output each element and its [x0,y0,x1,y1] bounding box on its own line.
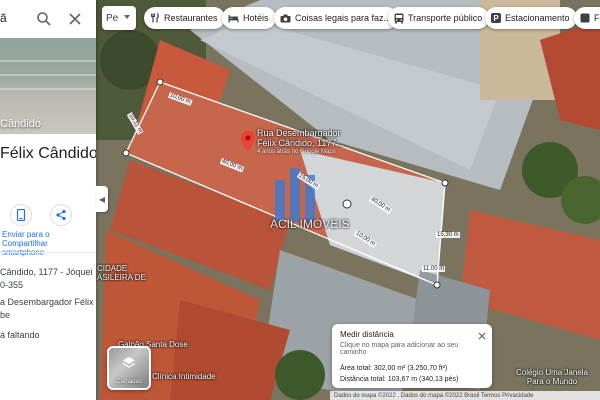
chip-label: Coisas legais para faz... [295,13,392,23]
distance-label: 11,00 m [422,266,446,272]
caret-down-icon [124,15,130,19]
share-button[interactable] [50,204,72,226]
chip-label: Restaurantes [164,13,218,23]
chip-label: Hotéis [243,13,269,23]
parking-icon: P [491,13,501,23]
chip-restaurants[interactable]: Restaurantes [144,7,225,29]
svg-text:P: P [493,14,499,23]
close-icon [69,13,81,25]
camera-icon [280,14,291,22]
close-icon [478,332,486,340]
search-input[interactable]: ã [0,11,7,25]
chip-parking[interactable]: P Estacionamento [485,7,577,29]
measure-title: Medir distância [340,330,394,339]
side-panel: ã Cândido Félix Cândido, Enviar para o C… [0,0,96,400]
chip-attractions[interactable]: Coisas legais para faz... [274,7,399,29]
measure-total-area: Área total: 302,00 m² (3.250,70 ft²) [340,365,448,372]
search-box[interactable]: ã [0,4,94,32]
measure-distance-panel: Medir distância Clique no mapa para adic… [332,324,492,388]
measure-close-button[interactable] [477,328,487,340]
more-icon [580,13,590,23]
poi-label-brasileira: ASILEIRA DE [97,273,146,282]
pin-label-line-1: Rua Desembargador [257,128,341,138]
poi-label-school[interactable]: Colégio Uma Janela Para o Mundo [512,368,592,386]
pin-sublabel: 4 anos atrás no Google Maps [257,149,336,155]
chevron-left-icon: ◀ [98,194,106,204]
address-text: Cândido, 1177 - Jóquei 0-355 [0,267,93,290]
poi-label-cidade: CIDADE [97,264,128,273]
photo-label: Cândido [0,118,41,130]
actions-row: Enviar para o Compartilhar smartphone [0,204,96,257]
map-type-dropdown[interactable]: Pe [102,6,136,30]
chip-label: Transporte público [408,13,483,23]
distance-label: 15,30 m [436,232,460,238]
measure-hint: Clique no mapa para adicionar ao seu cam… [340,342,459,356]
poi-label-clinica[interactable]: Clínica Intimidade [152,372,216,381]
layers-label: Camadas [116,379,142,385]
place-title: Félix Cândido, [0,145,96,162]
close-button[interactable] [67,11,83,27]
layers-button[interactable]: Camadas [107,346,151,390]
collapse-panel-button[interactable]: ◀ [96,186,108,212]
search-button[interactable] [36,11,52,27]
phone-icon [16,209,26,221]
search-icon [37,12,51,26]
location-pin-icon[interactable] [241,131,255,151]
send-to-phone-button[interactable] [10,204,32,226]
share-icon [56,209,66,221]
plus-code-text: a Desembargador Félix be [0,297,94,320]
place-photo[interactable]: Cândido [0,38,96,134]
chip-hotels[interactable]: Hotéis [222,7,276,29]
chip-label: Fa [594,13,600,23]
bus-icon [394,13,404,24]
layers-icon [122,357,136,368]
map-type-label: Pe [106,12,119,24]
divider [0,252,96,253]
watermark-text: ACIL IMÓVEIS [270,217,350,231]
missing-info-text[interactable]: á faltando [0,330,40,340]
chip-transit[interactable]: Transporte público [388,7,490,29]
bed-icon [228,14,239,22]
measure-total-distance: Distância total: 103,67 m (340,13 pés) [340,376,459,383]
pin-label[interactable]: Rua Desembargador Félix Cândido, 1177... [257,128,344,148]
map-footer[interactable]: Dados do mapa ©2022 , Dados do mapa ©202… [330,391,600,400]
pin-label-line-2: Félix Cândido, 1177... [257,138,344,148]
chip-label: Estacionamento [505,13,570,23]
fork-knife-icon [151,13,159,23]
chip-more[interactable]: Fa [574,7,600,29]
